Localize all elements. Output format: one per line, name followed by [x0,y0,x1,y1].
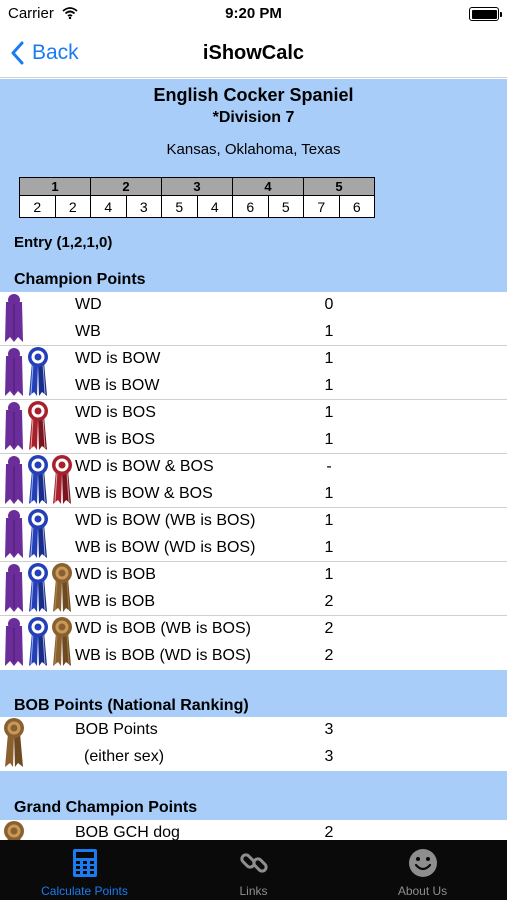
list-item: (either sex) 3 [0,744,507,771]
points-header: 2 [90,177,162,196]
row-label: WB is BOW (WD is BOS) [75,539,256,556]
row-value: 2 [324,593,334,610]
breed-name: English Cocker Spaniel [153,85,354,105]
points-schedule-table: 1 2 3 4 5 2 2 4 3 5 4 6 5 7 6 [19,177,375,218]
row-label: WD is BOS [75,404,156,421]
row-label: WD is BOW [75,350,161,367]
tab-bar: Calculate Points Links About Us [0,840,507,900]
grand-champion-points-heading: Grand Champion Points [14,799,198,816]
champion-group: WD 0 WB 1 [0,292,507,346]
champion-group: WD is BOW 1 WB is BOW 1 [0,346,507,400]
list-item: WD is BOB (WB is BOS) 2 [0,616,507,643]
row-value: 1 [324,485,334,502]
list-item: WD is BOW (WB is BOS) 1 [0,508,507,535]
row-label: WD is BOB (WB is BOS) [75,620,251,637]
status-bar: Carrier 9:20 PM [0,0,507,30]
points-cell: 5 [267,195,304,218]
list-item: WD is BOS 1 [0,400,507,427]
tab-label: Calculate Points [41,884,128,898]
row-label: WD is BOW (WB is BOS) [75,512,256,529]
champion-group: WD is BOB 1 WB is BOB 2 [0,562,507,616]
points-header: 3 [161,177,233,196]
row-label: WD [75,296,102,313]
row-value: 1 [324,404,334,421]
chain-link-icon [239,853,268,873]
row-value: 1 [324,377,334,394]
row-value: 1 [324,350,334,367]
smiley-icon [408,849,437,877]
champion-points-heading: Champion Points [14,271,146,288]
list-item: BOB Points 3 [0,717,507,744]
list-item: WD 0 [0,292,507,319]
tab-label: About Us [397,884,448,898]
row-value: 1 [324,431,334,448]
states-label: Kansas, Oklahoma, Texas [166,141,341,158]
row-label: WB is BOW & BOS [75,485,213,502]
row-label: WB is BOB (WD is BOS) [75,647,251,664]
row-value: 1 [324,323,334,340]
page-title: iShowCalc [202,42,305,64]
champion-group: WD is BOW & BOS - WB is BOW & BOS 1 [0,454,507,508]
points-header: 1 [19,177,91,196]
row-label: WD is BOW & BOS [75,458,214,475]
row-label: WB [75,323,101,340]
row-label: (either sex) [84,748,165,765]
battery-icon [469,7,502,21]
entry-label: Entry (1,2,1,0) [14,234,113,251]
tab-label: Links [239,884,268,898]
row-value: 2 [324,620,334,637]
bob-points-group: BOB Points 3 (either sex) 3 [0,717,507,771]
row-label: BOB Points [75,721,158,738]
list-item: WB is BOW (WD is BOS) 1 [0,535,507,562]
list-item: BOB GCH dog 2 [0,820,507,840]
points-cell: 3 [125,195,162,218]
row-value: 2 [324,824,334,840]
row-label: WD is BOB [75,566,156,583]
points-cell: 4 [90,195,127,218]
tab-links[interactable]: Links [169,840,338,900]
row-label: WB is BOW [75,377,160,394]
list-item: WB 1 [0,319,507,346]
list-item: WB is BOB 2 [0,589,507,616]
bob-points-heading: BOB Points (National Ranking) [14,697,249,714]
row-value: 3 [324,748,334,765]
points-cell: 7 [303,195,340,218]
row-value: 1 [324,539,334,556]
row-value: 1 [324,512,334,529]
points-cell: 2 [19,195,56,218]
points-cell: 4 [196,195,233,218]
row-label: WB is BOS [75,431,156,448]
list-item: WB is BOW 1 [0,373,507,400]
navigation-bar: Back iShowCalc [0,30,507,78]
list-item: WD is BOW & BOS - [0,454,507,481]
row-value: 0 [324,296,334,313]
champion-group: WD is BOB (WB is BOS) 2 WB is BOB (WD is… [0,616,507,670]
points-cell: 5 [161,195,198,218]
tab-about-us[interactable]: About Us [338,840,507,900]
row-value: - [326,458,332,475]
list-item: WB is BOW & BOS 1 [0,481,507,508]
row-value: 1 [324,566,334,583]
row-label: WB is BOB [75,593,156,610]
tab-calculate-points[interactable]: Calculate Points [0,840,169,900]
points-cell: 6 [232,195,269,218]
row-label: BOB GCH dog [75,824,180,840]
clock: 9:20 PM [225,5,282,22]
points-cell: 2 [54,195,91,218]
list-item: WD is BOW 1 [0,346,507,373]
champion-group: WD is BOS 1 WB is BOS 1 [0,400,507,454]
content-scroll-view[interactable]: English Cocker Spaniel *Division 7 Kansa… [0,79,507,840]
grand-champion-group: BOB GCH dog 2 [0,820,507,840]
points-header: 5 [303,177,375,196]
calculator-icon [72,849,97,877]
list-item: WD is BOB 1 [0,562,507,589]
champion-group: WD is BOW (WB is BOS) 1 WB is BOW (WD is… [0,508,507,562]
points-cell: 6 [338,195,375,218]
list-item: WB is BOS 1 [0,427,507,454]
points-header: 4 [232,177,304,196]
list-item: WB is BOB (WD is BOS) 2 [0,643,507,670]
row-value: 3 [324,721,334,738]
row-value: 2 [324,647,334,664]
division-label: *Division 7 [212,109,295,126]
